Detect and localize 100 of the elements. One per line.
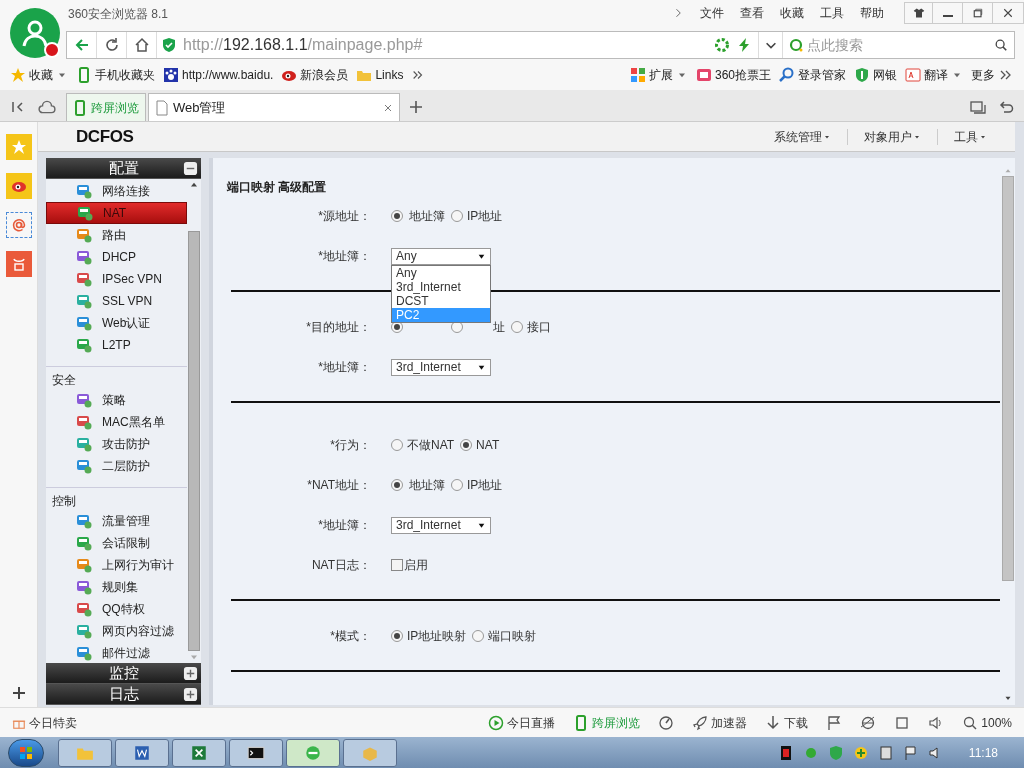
radio-option[interactable]: 端口映射 xyxy=(472,627,537,645)
new-tab-icon[interactable] xyxy=(408,99,424,115)
status-item[interactable] xyxy=(894,714,911,731)
nav-item[interactable]: 上网行为审计 xyxy=(46,554,187,576)
excel-icon xyxy=(190,743,208,762)
taskbar-app[interactable] xyxy=(229,738,283,767)
scrollbar-thumb[interactable] xyxy=(1001,176,1014,581)
nav-item[interactable]: 流量管理 xyxy=(46,510,187,532)
menu-item[interactable]: 帮助 xyxy=(860,4,884,22)
status-item[interactable] xyxy=(860,714,877,731)
ie-icon xyxy=(860,714,877,731)
nav-item[interactable]: L2TP xyxy=(46,334,187,356)
toolbar-item[interactable]: 更多 xyxy=(971,66,1014,84)
radio-option[interactable]: IP地址映射 xyxy=(391,627,467,645)
module-icon xyxy=(76,183,92,199)
ticket-icon xyxy=(695,67,712,83)
status-item[interactable]: 加速器 xyxy=(692,713,748,732)
nav-item[interactable]: 会话限制 xyxy=(46,532,187,554)
module-icon xyxy=(76,513,92,529)
group-title: 控制 xyxy=(51,493,77,510)
nav-menu[interactable]: 工具 xyxy=(954,127,987,146)
status-item[interactable] xyxy=(658,714,675,731)
nav-item[interactable]: 网页内容过滤 xyxy=(46,620,187,642)
nav-item[interactable]: 路由 xyxy=(46,224,187,246)
windows-icon[interactable] xyxy=(970,99,986,115)
bookmark[interactable]: 新浪会员 xyxy=(281,66,349,84)
nav-item[interactable]: 策略 xyxy=(46,389,187,411)
play-icon xyxy=(488,714,505,731)
dropdown[interactable]: Any xyxy=(391,247,491,265)
menu-item[interactable]: 文件 xyxy=(700,4,724,22)
nav-item[interactable]: MAC黑名单 xyxy=(46,411,187,433)
nav-item[interactable]: QQ特权 xyxy=(46,598,187,620)
sidebar-toggle-icon[interactable] xyxy=(10,99,26,115)
nav-item[interactable]: 网络连接 xyxy=(46,180,187,202)
panel-header[interactable]: 配置 xyxy=(46,158,201,179)
field-label: *NAT地址： xyxy=(306,477,372,494)
nav-item[interactable]: 规则集 xyxy=(46,576,187,598)
grid-icon xyxy=(629,67,646,83)
radio-option[interactable]: 地址簿 xyxy=(391,476,445,494)
dropdown[interactable]: 3rd_Internet xyxy=(391,358,491,376)
bookmark[interactable]: http://www.baidu. xyxy=(163,66,274,84)
close-icon xyxy=(1002,7,1014,19)
nav-menu[interactable]: 对象用户 xyxy=(864,127,921,146)
toolbar-item[interactable]: 360抢票王 xyxy=(695,66,771,84)
status-item[interactable]: 下载 xyxy=(765,713,809,732)
nav-item[interactable]: IPSec VPN xyxy=(46,268,187,290)
word-icon xyxy=(133,743,151,762)
status-item[interactable] xyxy=(826,714,843,731)
nav-item[interactable]: 攻击防护 xyxy=(46,433,187,455)
nav-item[interactable]: Web认证 xyxy=(46,312,187,334)
menu-item[interactable]: 查看 xyxy=(740,4,764,22)
bookmark[interactable]: 手机收藏夹 xyxy=(76,66,155,84)
undo-icon[interactable] xyxy=(998,99,1014,115)
panel-header[interactable]: 监控 xyxy=(46,663,201,684)
dropdown-option[interactable]: Any xyxy=(392,265,490,280)
bookmark[interactable]: Links xyxy=(356,66,404,84)
panel-header[interactable]: 日志 xyxy=(46,684,201,705)
status-item[interactable]: 跨屏浏览 xyxy=(573,713,641,732)
cloud-icon[interactable] xyxy=(38,98,56,116)
dropdown-option[interactable]: DCST xyxy=(392,293,490,308)
nav-item[interactable]: SSL VPN xyxy=(46,290,187,312)
add-icon[interactable] xyxy=(10,685,27,701)
scrollbar-thumb[interactable] xyxy=(188,231,200,651)
nav-item[interactable]: DHCP xyxy=(46,246,187,268)
toolbar-item[interactable]: 翻译 xyxy=(905,66,963,84)
plus-badge-icon[interactable] xyxy=(852,744,869,761)
status-link[interactable]: 今日特卖 xyxy=(12,713,77,732)
module-icon xyxy=(76,293,92,309)
browser-tab[interactable]: Web管理 xyxy=(148,93,400,121)
mail-icon[interactable] xyxy=(5,212,32,238)
checkbox[interactable]: 启用 xyxy=(391,556,428,574)
shopping-bag-icon[interactable] xyxy=(5,251,32,277)
menu-item[interactable]: 工具 xyxy=(820,4,844,22)
radio-option[interactable]: 不做NAT xyxy=(391,436,455,454)
radio-option[interactable]: 接口 xyxy=(511,318,551,336)
nav-item[interactable]: 二层防护 xyxy=(46,455,187,477)
restore-icon xyxy=(971,7,984,19)
flag-icon[interactable] xyxy=(902,744,919,761)
device-icon[interactable] xyxy=(877,744,894,761)
nav-menu[interactable]: 系统管理 xyxy=(774,127,831,146)
dropdown-option[interactable]: 3rd_Internet xyxy=(392,279,490,294)
status-item[interactable]: 今日直播 xyxy=(488,713,556,732)
toolbar-item[interactable]: 网银 xyxy=(854,66,897,84)
page-icon xyxy=(154,99,170,116)
radio-option[interactable]: IP地址 xyxy=(451,476,503,494)
bookmark[interactable]: 收藏 xyxy=(10,66,68,84)
menu-item[interactable]: 收藏 xyxy=(780,4,804,22)
nav-item[interactable]: 邮件过滤 xyxy=(46,642,187,664)
browser-tab[interactable]: 跨屏浏览 xyxy=(66,93,146,121)
radio-option[interactable]: 地址簿 xyxy=(391,207,445,225)
toolbar-item[interactable]: 扩展 xyxy=(629,66,688,84)
module-icon xyxy=(76,579,92,595)
radio-option[interactable]: IP地址 xyxy=(451,207,503,225)
weibo-icon[interactable] xyxy=(5,173,32,199)
radio-option[interactable]: NAT xyxy=(460,436,500,454)
dropdown[interactable]: 3rd_Internet xyxy=(391,516,491,534)
start-button[interactable] xyxy=(8,738,44,767)
status-item[interactable]: 100% xyxy=(962,713,1012,732)
avatar-icon[interactable] xyxy=(10,8,60,58)
toolbar-item[interactable]: 登录管家 xyxy=(779,66,846,84)
